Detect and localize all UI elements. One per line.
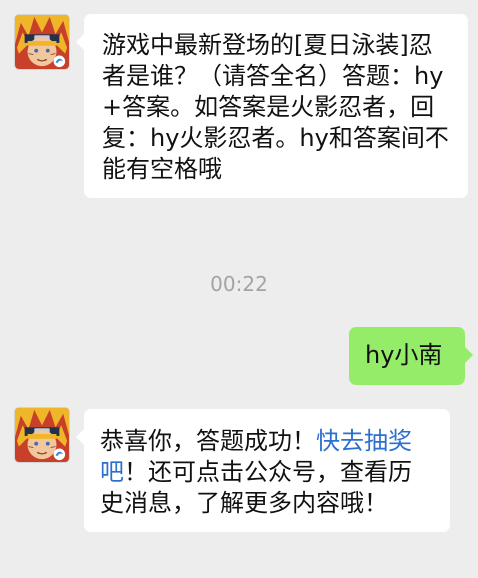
ninja-avatar-icon[interactable] <box>14 14 70 70</box>
incoming-message-bubble[interactable]: 恭喜你，答题成功！快去抽奖吧！还可点击公众号，查看历史消息，了解更多内容哦！ <box>76 409 450 532</box>
message-text: hy小南 <box>365 341 443 369</box>
ninja-avatar-icon[interactable] <box>14 407 70 463</box>
incoming-message-bubble[interactable]: 游戏中最新登场的[夏日泳装]忍者是谁？（请答全名）答题：hy+答案。如答案是火影… <box>76 14 468 198</box>
message-text: ！还可点击公众号，查看历史消息，了解更多内容哦！ <box>100 458 412 517</box>
chat-timestamp: 00:22 <box>210 272 268 296</box>
message-text: 游戏中最新登场的[夏日泳装]忍者是谁？（请答全名）答题：hy+答案。如答案是火影… <box>102 31 449 183</box>
message-text: 恭喜你，答题成功！ <box>100 427 316 455</box>
outgoing-message-bubble[interactable]: hy小南 <box>349 327 473 385</box>
